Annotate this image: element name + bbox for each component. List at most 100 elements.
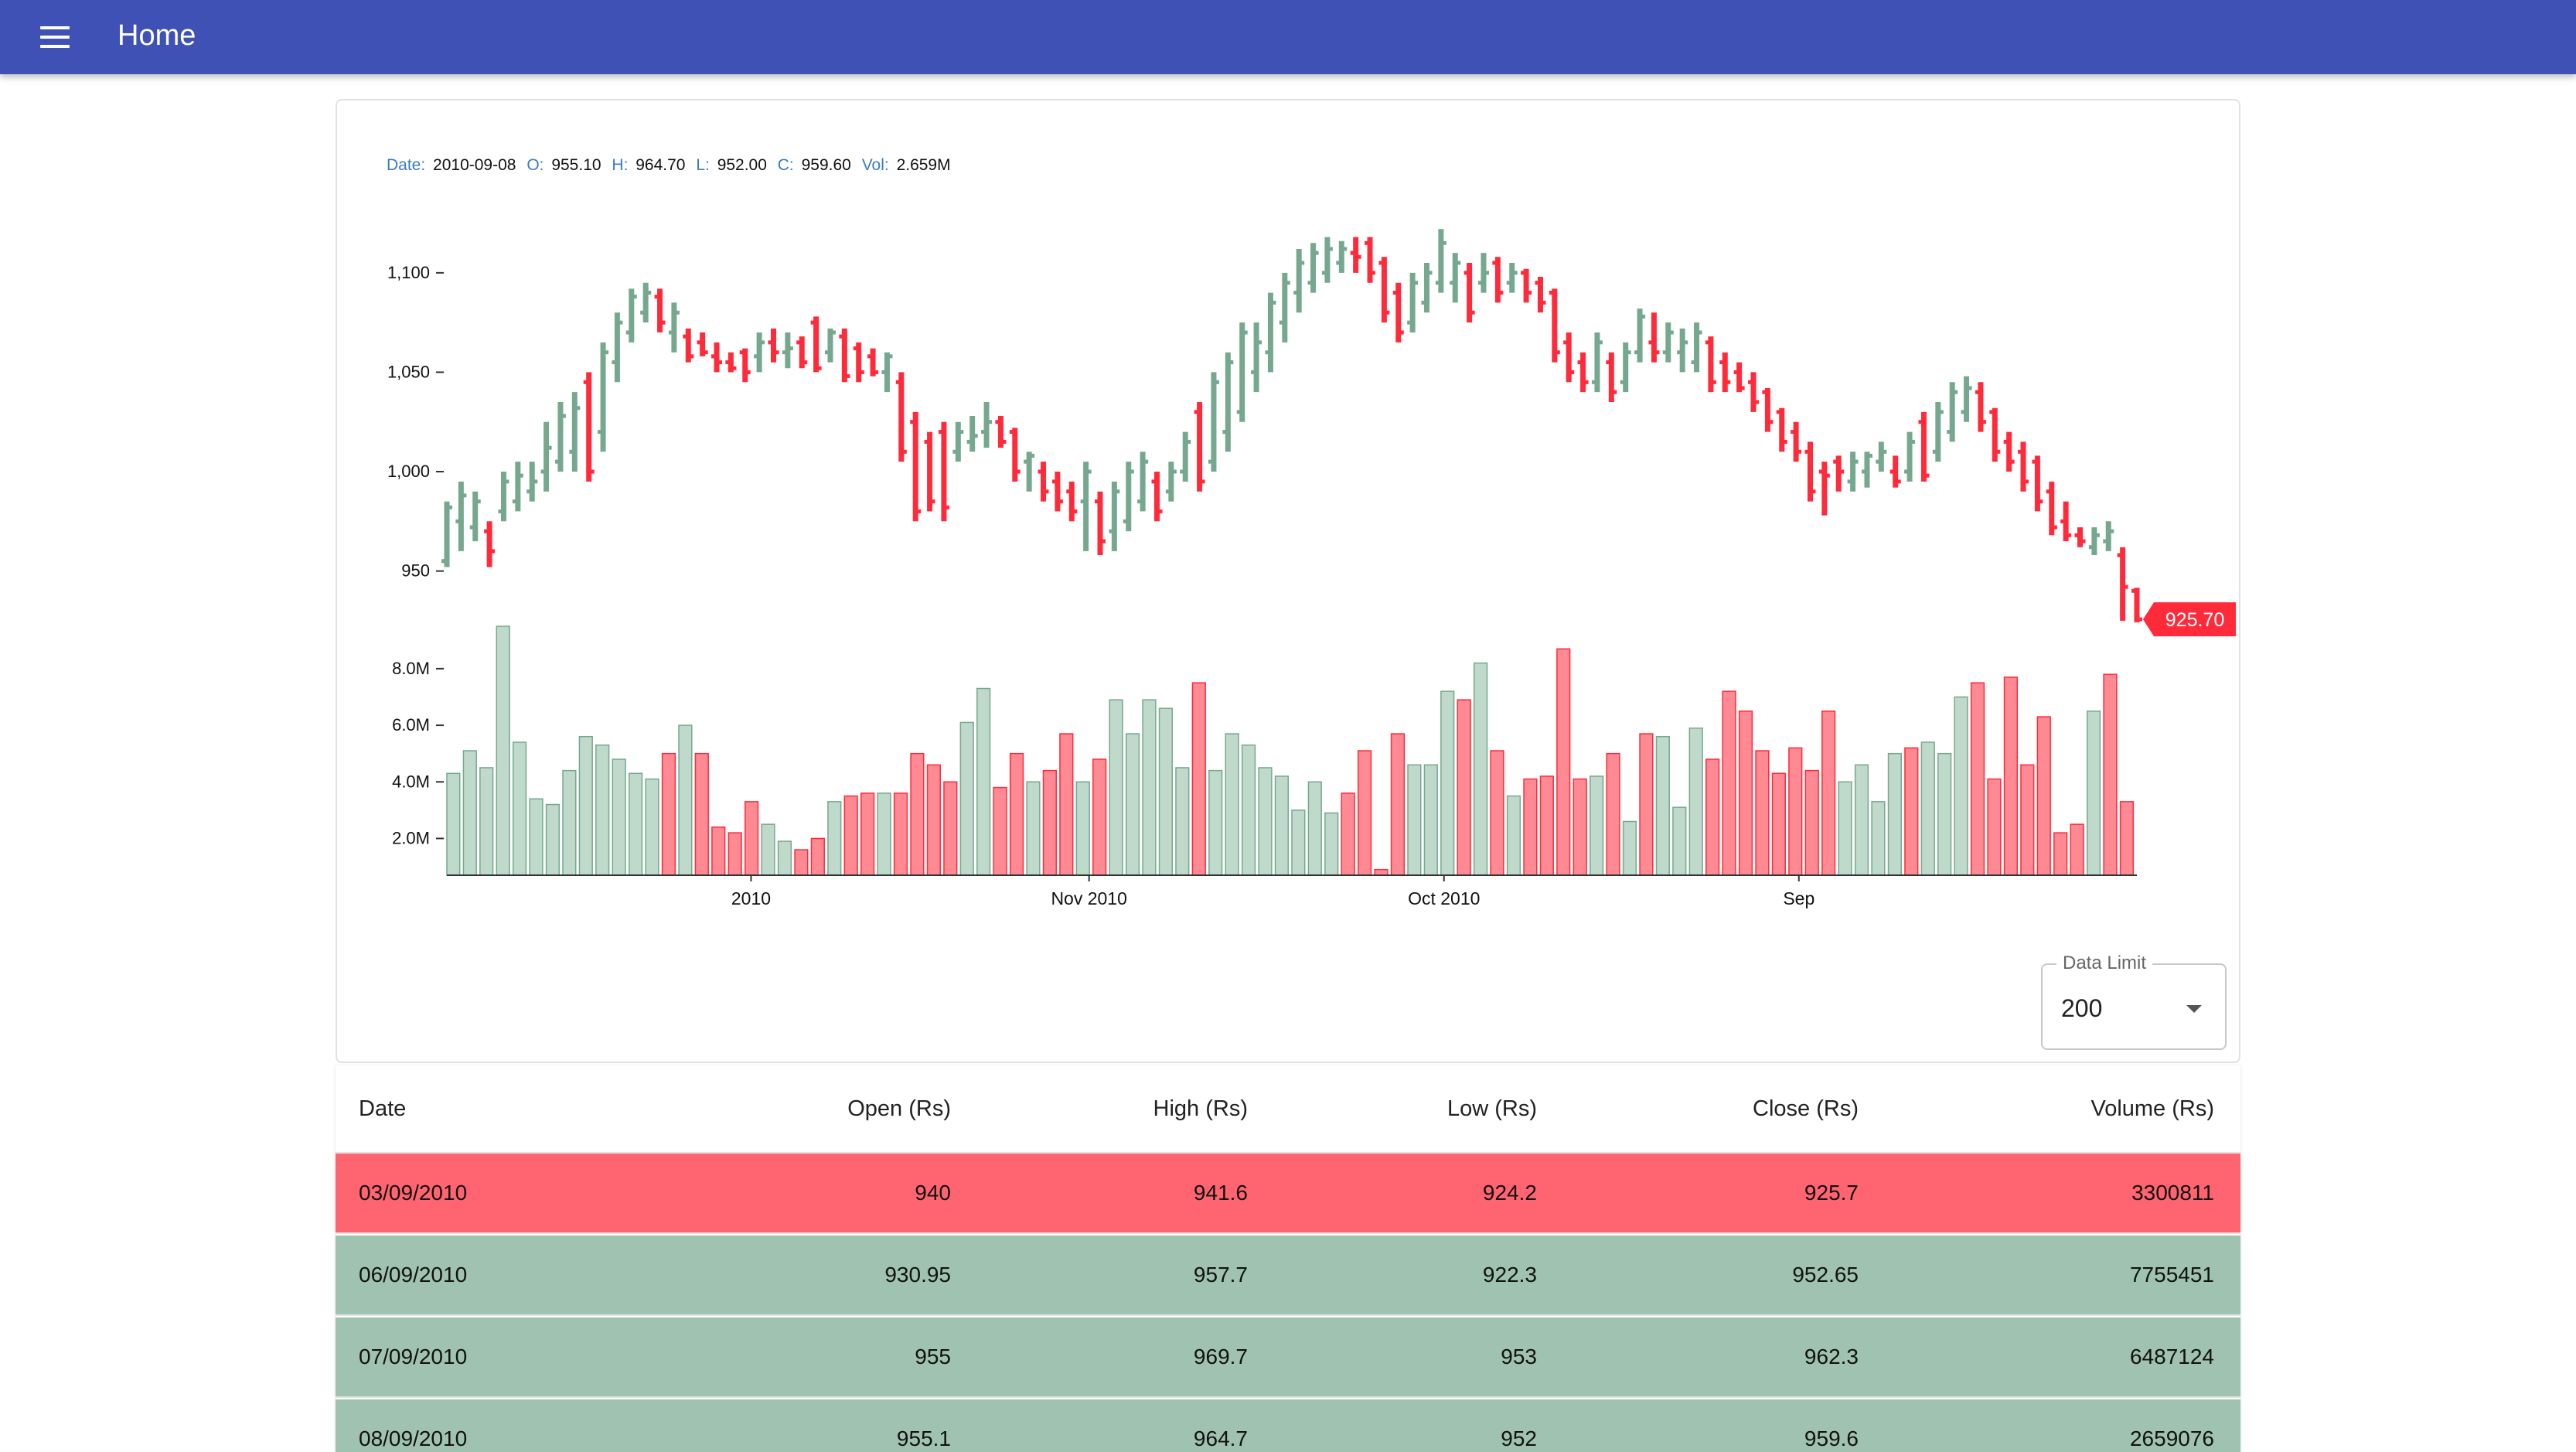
ohlc-bar — [498, 472, 509, 522]
ohlc-bar — [683, 328, 694, 363]
ohlc-bar — [1336, 240, 1348, 273]
volume-bar — [1175, 767, 1190, 876]
ohlc-bar — [1677, 328, 1688, 373]
table-row[interactable]: 07/09/2010 955 969.7 953 962.3 6487124 — [336, 1317, 2240, 1398]
ohlc-bar — [867, 348, 879, 377]
column-header-open[interactable]: Open (Rs) — [676, 1065, 951, 1152]
cell-date: 07/09/2010 — [359, 1345, 468, 1368]
ohlc-series — [441, 229, 2142, 622]
volume-bar — [1125, 733, 1140, 876]
volume-bar — [1274, 775, 1290, 876]
ohlc-bar — [853, 342, 864, 383]
ohlc-bar — [1833, 455, 1845, 492]
ohlc-bar — [1251, 322, 1262, 393]
ohlc-bar — [1975, 382, 1986, 432]
table-row[interactable]: 08/09/2010 955.1 964.7 952 959.6 2659076 — [336, 1399, 2240, 1452]
cell-date: 08/09/2010 — [359, 1426, 468, 1450]
ohlc-bar — [938, 421, 949, 522]
ohlc-bar — [1521, 268, 1532, 303]
x-tick-label: Oct 2010 — [1408, 888, 1480, 908]
column-header-close[interactable]: Close (Rs) — [1557, 1065, 1859, 1152]
ohlc-bar — [1889, 455, 1901, 488]
volume-bar — [1606, 752, 1620, 876]
volume-bar — [512, 741, 527, 876]
ohlc-bar — [1492, 257, 1504, 303]
ohlc-bar — [1350, 237, 1361, 273]
ohlc-bar — [1293, 249, 1305, 313]
ohlc-bar — [725, 352, 737, 373]
cell-low: 953 — [1501, 1345, 1537, 1368]
cell-low: 924.2 — [1482, 1181, 1537, 1205]
volume-bar — [645, 778, 659, 876]
last-price-label: 925.70 — [2165, 609, 2224, 631]
cell-volume: 6487124 — [2129, 1345, 2214, 1368]
dropdown-arrow-icon[interactable] — [2186, 1005, 2202, 1013]
ohlc-bar — [1095, 491, 1106, 555]
volume-bar — [926, 764, 941, 876]
tooltip-date-label: Date: — [387, 156, 425, 174]
ohlc-bar — [1648, 312, 1660, 363]
data-limit-select[interactable]: Data Limit 200 — [2041, 953, 2227, 1050]
volume-tick-label: 8.0M — [392, 659, 430, 678]
ohlc-bar — [1748, 372, 1760, 412]
column-header-low[interactable]: Low (Rs) — [1263, 1065, 1537, 1152]
cell-volume: 7755451 — [2129, 1263, 2214, 1287]
volume-bar — [843, 795, 858, 876]
volume-bar — [1457, 699, 1471, 876]
ohlc-bar — [441, 501, 452, 568]
ohlc-bar — [839, 328, 850, 383]
ohlc-bar — [2088, 527, 2100, 555]
volume-bar — [2053, 832, 2068, 876]
tooltip-high-label: H: — [612, 156, 628, 174]
ohlc-bar — [1435, 229, 1446, 293]
cell-low: 922.3 — [1482, 1263, 1537, 1287]
volume-bar — [1920, 741, 1935, 876]
volume-bar — [462, 750, 477, 876]
volume-bar — [1722, 690, 1736, 876]
ohlc-bar — [654, 288, 666, 332]
ohlc-bar — [2074, 527, 2086, 547]
volume-bar — [1556, 648, 1571, 876]
table-row[interactable]: 03/09/2010 940 941.6 924.2 925.7 3300811 — [336, 1154, 2240, 1234]
stock-chart[interactable]: Date: 2010-09-08 O: 955.10 H: 964.70 L: … — [337, 101, 2242, 1065]
volume-bar — [761, 823, 775, 876]
volume-bar — [1688, 727, 1703, 876]
ohlc-bar — [1861, 452, 1872, 488]
ohlc-bar — [554, 402, 566, 472]
volume-bar — [562, 769, 577, 876]
table-row[interactable]: 06/09/2010 930.95 957.7 922.3 952.65 775… — [336, 1236, 2240, 1316]
ohlc-bar — [1662, 322, 1674, 363]
volume-bar — [1639, 733, 1654, 876]
volume-bar — [959, 721, 974, 876]
volume-bar — [694, 752, 709, 876]
ohlc-bar — [1165, 462, 1177, 502]
menu-icon[interactable] — [37, 23, 73, 51]
volume-bar — [1473, 662, 1488, 876]
volume-bar — [1871, 801, 1886, 876]
volume-bar — [1804, 769, 1819, 876]
volume-bar — [1887, 752, 1902, 876]
ohlc-bar — [1137, 452, 1149, 512]
ohlc-bar — [754, 332, 765, 373]
ohlc-bar — [1563, 332, 1575, 383]
column-header-date[interactable]: Date — [359, 1065, 668, 1152]
volume-bar — [1390, 733, 1406, 876]
volume-bar — [1026, 781, 1041, 876]
volume-bar — [1075, 781, 1090, 876]
data-limit-value: 200 — [2061, 994, 2103, 1022]
volume-bar — [1423, 764, 1438, 876]
column-header-high[interactable]: High (Rs) — [969, 1065, 1248, 1152]
ohlc-bar — [1506, 263, 1518, 293]
volume-bar — [1954, 696, 1968, 876]
ohlc-bar — [2131, 588, 2142, 622]
ohlc-bar — [1024, 452, 1035, 492]
column-header-volume[interactable]: Volume (Rs) — [1882, 1065, 2214, 1152]
volume-bar — [1440, 690, 1455, 876]
volume-bar — [810, 837, 825, 876]
volume-bar — [678, 724, 693, 876]
price-tick-label: 950 — [401, 561, 430, 581]
ohlc-bar — [2018, 441, 2029, 492]
volume-bar — [1838, 781, 1852, 876]
volume-bar — [1506, 795, 1521, 876]
volume-bar — [1291, 810, 1306, 876]
